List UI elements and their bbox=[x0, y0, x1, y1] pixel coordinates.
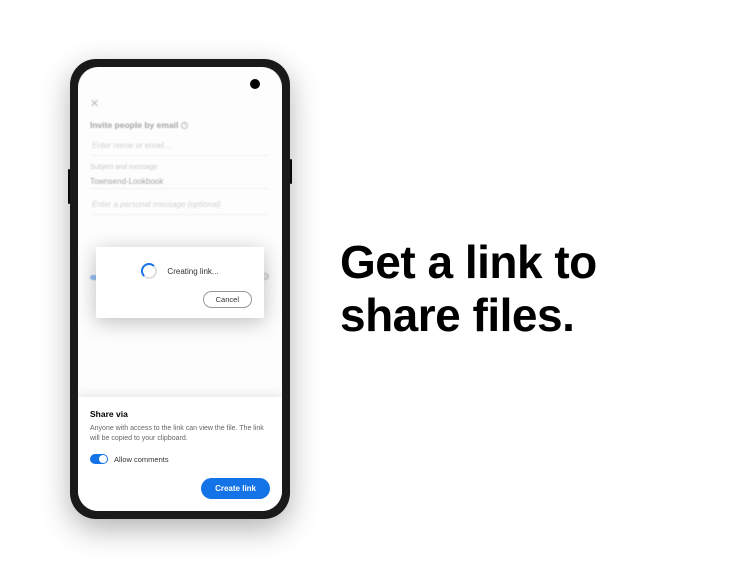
share-description: Anyone with access to the link can view … bbox=[90, 424, 270, 444]
creating-link-modal: Creating link... Cancel bbox=[96, 247, 264, 318]
allow-comments-label: Allow comments bbox=[114, 455, 169, 464]
phone-frame: ✕ Invite people by email i Enter name or… bbox=[70, 59, 290, 519]
phone-screen: ✕ Invite people by email i Enter name or… bbox=[78, 67, 282, 511]
share-sheet: Share via Anyone with access to the link… bbox=[78, 397, 282, 511]
cancel-button[interactable]: Cancel bbox=[203, 291, 252, 308]
create-link-button[interactable]: Create link bbox=[201, 478, 270, 499]
share-title: Share via bbox=[90, 409, 270, 419]
spinner-icon bbox=[141, 263, 157, 279]
camera-hole bbox=[250, 79, 260, 89]
allow-comments-toggle[interactable] bbox=[90, 454, 108, 464]
modal-text: Creating link... bbox=[167, 267, 218, 276]
page-headline: Get a link to share files. bbox=[340, 236, 709, 342]
